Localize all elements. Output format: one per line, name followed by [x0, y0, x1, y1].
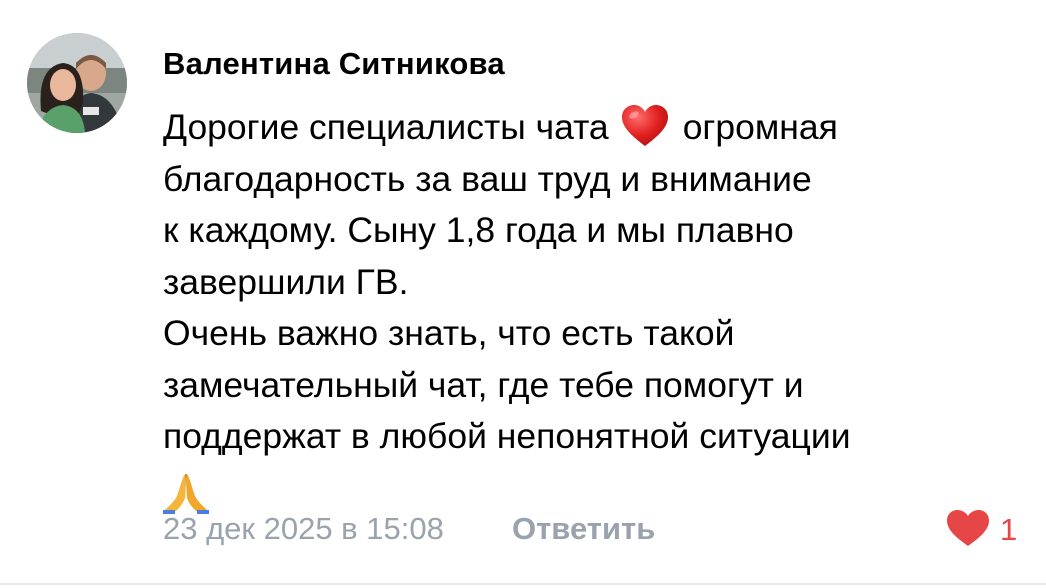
divider [0, 583, 1046, 585]
comment-text-line-4: завершили ГВ. [163, 261, 409, 302]
comment-text-line-7: поддержат в любой непонятной ситуации [163, 416, 851, 456]
like-button[interactable]: 1 [946, 508, 1017, 552]
avatar[interactable] [27, 33, 127, 133]
avatar-photo-icon [27, 33, 127, 133]
reply-button[interactable]: Ответить [512, 511, 655, 547]
comment-text-line-5: Очень важно знать, что есть такой [163, 313, 735, 353]
comment-text: Дорогие специалисты чата огромная благода… [163, 102, 1023, 515]
comment: Валентина Ситникова Дорогие специалисты … [0, 0, 1046, 588]
comment-text-line-3: к каждому. Сыну 1,8 года и мы плавно [163, 210, 794, 250]
comment-text-line-1b: огромная [682, 107, 838, 147]
comment-timestamp: 23 дек 2025 в 15:08 [163, 511, 444, 546]
comment-text-line-6: замечательный чат, где тебе помогут и [163, 364, 804, 405]
comment-text-line-emoji [163, 463, 1023, 515]
red-heart-emoji-icon [621, 104, 669, 148]
folded-hands-emoji-icon [163, 470, 209, 515]
comment-text-line-2: благодарность за ваш труд и внимание [163, 158, 812, 199]
comment-text-line: Дорогие специалисты чата огромная [163, 102, 1023, 154]
likes-count: 1 [1000, 512, 1018, 547]
heart-icon [946, 509, 990, 552]
comment-text-line-1: Дорогие специалисты чата [163, 107, 609, 147]
comment-author[interactable]: Валентина Ситникова [163, 46, 505, 82]
